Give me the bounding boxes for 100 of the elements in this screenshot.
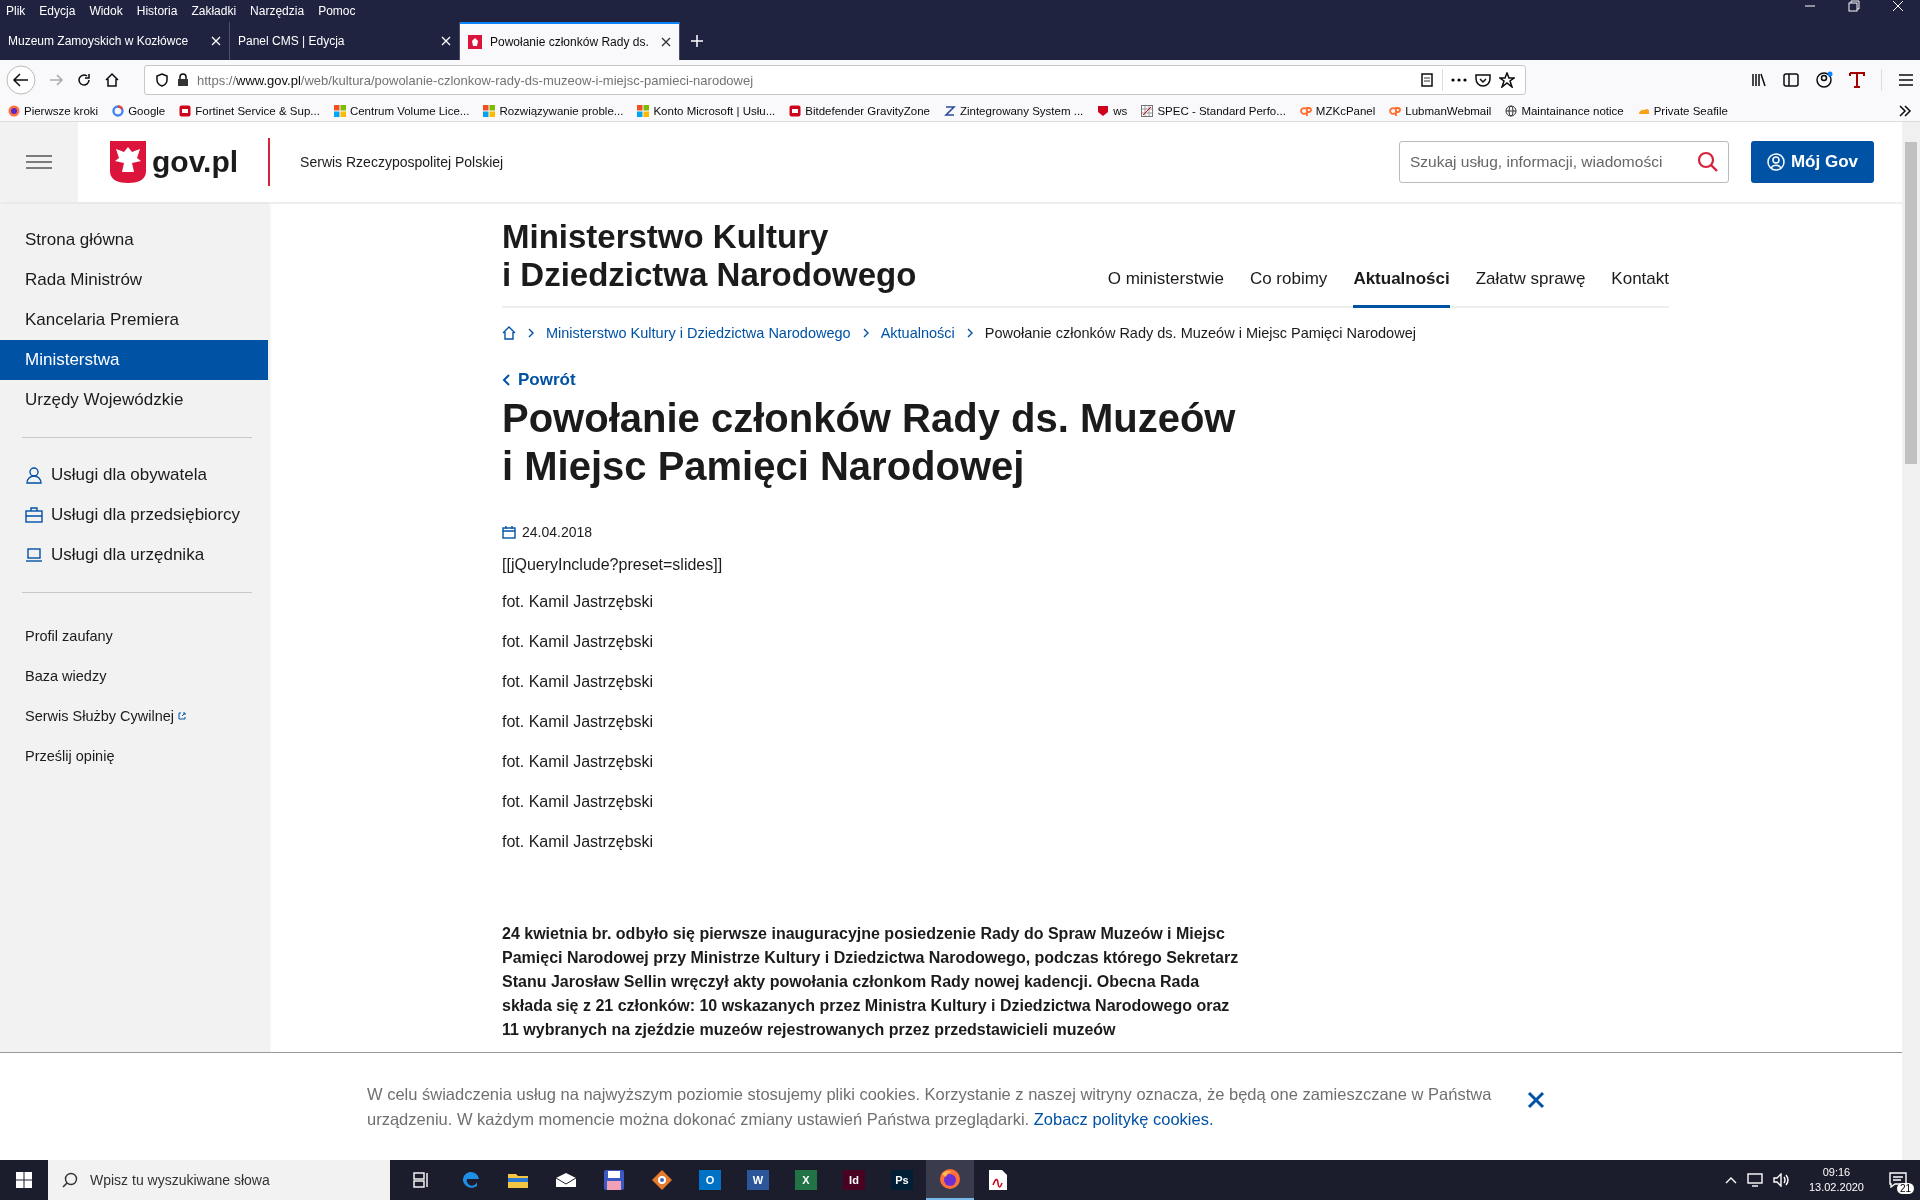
search-icon[interactable]: [1696, 151, 1719, 173]
back-link[interactable]: Powrót: [502, 370, 1282, 390]
menu-item[interactable]: Widok: [89, 4, 123, 18]
body-text: fot. Kamil Jastrzębski: [502, 832, 655, 852]
bookmark[interactable]: SPEC - Standard Perfo...: [1141, 104, 1286, 117]
sidebar-item[interactable]: Rada Ministrów: [0, 260, 268, 300]
bookmark[interactable]: Private Seafile: [1637, 104, 1728, 117]
account-icon[interactable]: [1815, 71, 1833, 89]
task-view-icon[interactable]: [413, 1172, 431, 1188]
folder-icon[interactable]: [507, 1171, 529, 1189]
sidebar-link[interactable]: Serwis Służby Cywilnej: [0, 696, 268, 736]
briefcase-icon: [25, 506, 43, 524]
menu-item[interactable]: Pomoc: [318, 4, 356, 18]
close-icon[interactable]: [1527, 1090, 1545, 1109]
taskbar-search-field[interactable]: Wpisz tu wyszukiwane słowa: [48, 1160, 390, 1200]
bookmark[interactable]: Maintainance notice: [1505, 104, 1624, 117]
notification-button[interactable]: 21: [1884, 1166, 1912, 1194]
cp-icon: [1389, 104, 1402, 117]
bookmark[interactable]: Centrum Volume Lice...: [333, 104, 470, 117]
bookmark[interactable]: Google: [112, 104, 166, 117]
envelope-icon[interactable]: [555, 1172, 577, 1188]
cookie-policy-link[interactable]: Zobacz politykę cookies.: [1033, 1109, 1214, 1128]
bookmark[interactable]: Fortinet Service & Sup...: [179, 104, 320, 117]
site-tagline: Serwis Rzeczypospolitej Polskiej: [300, 154, 504, 170]
bookmark[interactable]: Pierwsze kroki: [8, 104, 99, 117]
sidebar-link[interactable]: Baza wiedzy: [0, 656, 268, 696]
lead-paragraph: 24 kwietnia br. odbyło się pierwsze inauguracyjne posiedzenie Rady do Spraw Muzeów i Miejsc Pamięci Narodowej przy Ministrze Kultury i Dziedzictwa Narodowego, podczas którego Sekretarz Stanu Jarosław Sellin wręczył akty powołania członkom Rady nowej kadencji. Obecna Rada składa się z 21 członków: 10 wskazanych przez Ministra Kultury i Dziedzictwa Narodowego oraz 11 wybranych na zjeździe muzeów rejestrowanych przez przedstawicieli muzeów: [502, 924, 1240, 1040]
site-logo[interactable]: gov.pl: [110, 141, 239, 183]
sidebar-service-link[interactable]: Usługi dla urzędnika: [0, 535, 268, 575]
caret-up-icon[interactable]: [1724, 1176, 1737, 1184]
sidebar-icon[interactable]: [1783, 72, 1799, 88]
app-tile[interactable]: Ps: [891, 1170, 913, 1190]
reader-icon[interactable]: [1420, 73, 1434, 87]
nav-tab[interactable]: Co robimy: [1249, 269, 1328, 308]
breadcrumb-link[interactable]: Aktualności: [880, 325, 955, 341]
sidebar-service-link[interactable]: Usługi dla obywatela: [0, 455, 268, 495]
menu-item[interactable]: Zakładki: [191, 4, 237, 18]
menu-item[interactable]: Plik: [6, 4, 26, 18]
restore-icon[interactable]: [1848, 0, 1860, 12]
ring-icon: [112, 104, 125, 117]
bookmark[interactable]: Konto Microsoft | Usłu...: [637, 104, 776, 117]
nav-tab[interactable]: Aktualności: [1353, 269, 1450, 308]
sidebar-link[interactable]: Profil zaufany: [0, 616, 268, 656]
menu-item[interactable]: Edycja: [39, 4, 76, 18]
taskbar-clock[interactable]: 09:16 13.02.2020: [1808, 1165, 1864, 1195]
sidebar-link[interactable]: Prześlij opinię: [0, 736, 268, 776]
bookmark[interactable]: MZKcPanel: [1299, 104, 1376, 117]
plus-icon[interactable]: [690, 34, 704, 48]
star-icon[interactable]: [1499, 72, 1515, 88]
app-tile[interactable]: X: [795, 1170, 817, 1190]
menu-item[interactable]: Historia: [136, 4, 178, 18]
library-icon[interactable]: [1751, 72, 1767, 88]
square-icon: [789, 104, 802, 117]
nav-tab[interactable]: O ministerstwie: [1107, 269, 1224, 308]
ministry-title: Ministerstwo Kultury i Dziedzictwa Narodowego: [502, 218, 917, 294]
network-icon[interactable]: [1746, 1173, 1763, 1187]
nav-tab[interactable]: Kontakt: [1611, 269, 1669, 308]
sidebar-item[interactable]: Strona główna: [0, 220, 268, 260]
app-tile[interactable]: W: [747, 1170, 769, 1190]
search-field[interactable]: Szukaj usług, informacji, wiadomości: [1398, 141, 1729, 183]
serif-t-icon[interactable]: [1849, 72, 1865, 88]
windows-icon[interactable]: [16, 1172, 32, 1188]
reload-icon[interactable]: [76, 72, 92, 88]
firefox-icon[interactable]: [939, 1168, 961, 1190]
volume-icon[interactable]: [1772, 1173, 1789, 1187]
close-icon[interactable]: [661, 37, 671, 47]
sidebar-item[interactable]: Kancelaria Premiera: [0, 300, 268, 340]
more-icon[interactable]: [1451, 78, 1467, 82]
home-icon[interactable]: [502, 326, 516, 340]
app-tile[interactable]: Id: [843, 1170, 865, 1190]
menu-item[interactable]: Narzędzia: [250, 4, 305, 18]
sidebar-service-link[interactable]: Usługi dla przedsiębiorcy: [0, 495, 268, 535]
browser-tab[interactable]: Powołanie członków Rady ds.: [460, 22, 680, 60]
square-icon: [179, 104, 192, 117]
nav-tab[interactable]: Załatw sprawę: [1475, 269, 1586, 308]
back-icon[interactable]: [6, 65, 36, 95]
bookmark[interactable]: Bitdefender GravityZone: [789, 104, 930, 117]
menu-icon[interactable]: [26, 155, 52, 169]
globe-icon: [1505, 104, 1518, 117]
body-text: fot. Kamil Jastrzębski: [502, 672, 655, 692]
bookmark[interactable]: LubmanWebmail: [1389, 104, 1492, 117]
sidebar-item[interactable]: Urzędy Wojewódzkie: [0, 380, 268, 420]
bookmark[interactable]: Zintegrowany System ...: [943, 104, 1084, 117]
address-bar[interactable]: https://www.gov.pl/web/kultura/powolanie-czlonkow-rady-ds-muzeow-i-miejsc-pamieci-narodowej: [144, 65, 1526, 95]
home-icon[interactable]: [104, 72, 120, 88]
account-button[interactable]: Mój Gov: [1750, 141, 1874, 183]
eye-icon[interactable]: [651, 1169, 673, 1191]
app-tile[interactable]: O: [699, 1170, 721, 1190]
bookmark[interactable]: Rozwiązywanie proble...: [483, 104, 624, 117]
chevron-icon[interactable]: [1898, 104, 1912, 117]
breadcrumb-link[interactable]: Ministerstwo Kultury i Dziedzictwa Narodowego: [546, 325, 851, 341]
body-text: [[jQueryInclude?preset=slides]]: [502, 555, 724, 575]
document-icon[interactable]: [988, 1169, 1008, 1191]
bookmark[interactable]: ws: [1097, 104, 1128, 117]
cookie-text: W celu świadczenia usług na najwyższym poziomie stosujemy pliki cookies. Korzystanie z naszej witryny oznacza, że będą one zamieszczane w Państwa urządzeniu. W każdym momencie można dokonać zmiany ustawień Państwa przeglądarki. Zobacz politykę cookies.: [367, 1083, 1493, 1130]
pocket-icon[interactable]: [1475, 73, 1491, 87]
sidebar-item[interactable]: Ministerstwa: [0, 340, 268, 380]
slash-icon: [943, 104, 956, 117]
menu-icon[interactable]: [1898, 73, 1914, 87]
scrollbar[interactable]: [1902, 122, 1920, 1160]
